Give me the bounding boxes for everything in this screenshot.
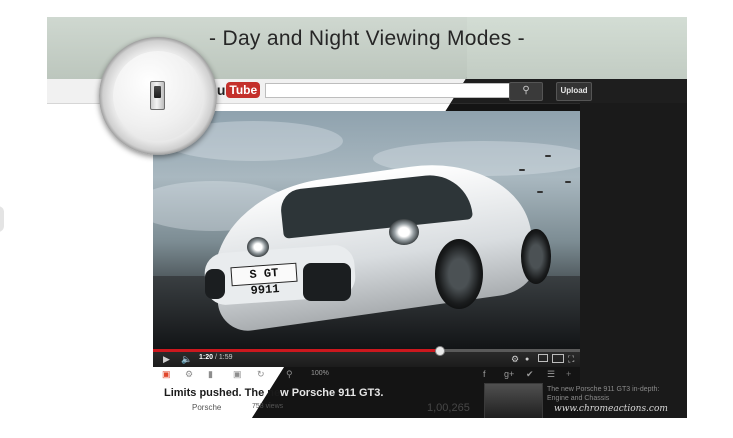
twitter-icon[interactable]: ✔ — [526, 369, 534, 380]
subscriber-count: 1,00,265 — [427, 402, 470, 414]
left-edge-arrow — [0, 206, 4, 232]
search-button[interactable]: ⚲ — [509, 82, 543, 101]
small-player-icon[interactable] — [538, 354, 548, 362]
facebook-icon[interactable]: f — [483, 369, 486, 379]
video-title: Limits pushed. The new Porsche 911 GT3. — [164, 387, 384, 399]
upload-button[interactable]: Upload — [556, 82, 592, 101]
extension-logo-icon[interactable]: ▣ — [162, 369, 171, 380]
watermark: www.chromeactions.com — [554, 404, 668, 414]
pin-icon[interactable]: ▮ — [208, 369, 213, 380]
gear-icon[interactable]: ⚙ — [185, 369, 193, 380]
screen-icon[interactable]: ▣ — [233, 369, 242, 380]
share-row: f g+ ✔ ☰ + — [483, 369, 583, 381]
play-icon[interactable]: ▶ — [163, 354, 170, 365]
video-player[interactable]: S GT 9911 — [153, 111, 580, 349]
time-display: 1:20 / 1:59 — [199, 354, 233, 361]
player-controls: ▶ 🔈 1:20 / 1:59 ⚙ ● ⛶ — [153, 346, 580, 367]
promo-stage: - Day and Night Viewing Modes - YouTube … — [47, 17, 687, 418]
zoom-icon[interactable]: ⚲ — [286, 369, 293, 380]
magnifier-icon — [99, 37, 217, 155]
search-input[interactable] — [265, 83, 517, 98]
volume-icon[interactable]: 🔈 — [181, 354, 192, 365]
google-plus-icon[interactable]: g+ — [504, 369, 514, 379]
toggle-switch-icon — [150, 81, 165, 110]
replay-icon[interactable]: ↻ — [257, 369, 265, 380]
more-options-icon[interactable]: + — [566, 369, 571, 379]
fullscreen-icon[interactable]: ⛶ — [568, 354, 574, 365]
more-share-icon[interactable]: ☰ — [547, 369, 555, 380]
channel-name[interactable]: Porsche — [192, 403, 221, 412]
related-video-thumbnail[interactable] — [484, 383, 543, 418]
progress-bar[interactable] — [153, 346, 580, 356]
large-player-icon[interactable] — [552, 354, 564, 363]
progress-scrubber[interactable] — [435, 346, 446, 356]
zoom-level: 100% — [311, 370, 329, 377]
related-video-title[interactable]: The new Porsche 911 GT3 in-depth: Engine… — [547, 385, 683, 403]
settings-icon[interactable]: ⚙ — [511, 354, 519, 365]
view-count: 758 views — [252, 403, 284, 410]
search-icon: ⚲ — [522, 85, 530, 96]
captions-icon[interactable]: ● — [525, 354, 529, 365]
